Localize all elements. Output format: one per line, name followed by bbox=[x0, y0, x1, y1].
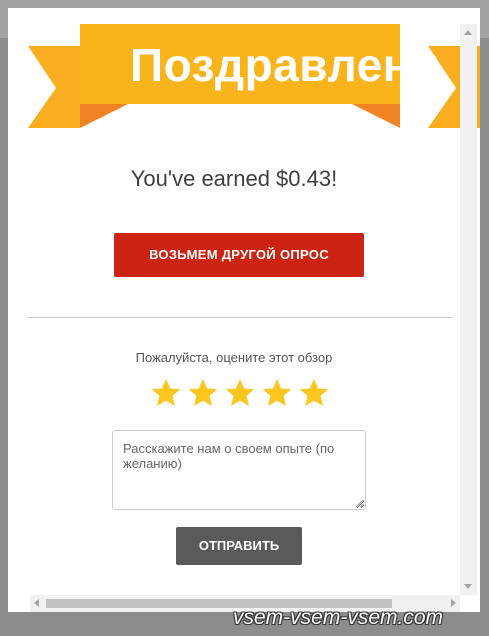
scroll-right-icon[interactable] bbox=[451, 599, 456, 607]
rating-prompt: Пожалуйста, оцените этот обзор bbox=[135, 350, 333, 365]
scroll-left-icon[interactable] bbox=[34, 599, 39, 607]
star-icon-1[interactable] bbox=[150, 377, 182, 409]
scrollbar-corner bbox=[460, 595, 477, 612]
scroll-up-icon[interactable] bbox=[464, 30, 472, 35]
congratulations-banner: Поздравлени bbox=[8, 8, 480, 148]
divider bbox=[28, 317, 452, 318]
feedback-textarea[interactable] bbox=[112, 430, 366, 510]
watermark: vsem-vsem-vsem.com bbox=[233, 606, 444, 629]
earned-amount-text: You've earned $0.43! bbox=[130, 166, 338, 191]
resize-grip-icon[interactable] bbox=[355, 499, 364, 508]
banner-title: Поздравлени bbox=[130, 39, 440, 91]
take-another-survey-button[interactable]: ВОЗЬМЕМ ДРУГОЙ ОПРОС bbox=[114, 233, 364, 277]
scroll-down-icon[interactable] bbox=[464, 584, 472, 589]
star-icon-2[interactable] bbox=[187, 377, 219, 409]
star-icon-5[interactable] bbox=[298, 377, 330, 409]
star-icon-4[interactable] bbox=[261, 377, 293, 409]
star-icon-3[interactable] bbox=[224, 377, 256, 409]
submit-button[interactable]: ОТПРАВИТЬ bbox=[176, 527, 302, 565]
survey-complete-modal: Поздравлени You've earned $0.43! ВОЗЬМЕМ… bbox=[8, 8, 480, 612]
star-rating bbox=[150, 377, 330, 411]
vertical-scrollbar[interactable] bbox=[460, 24, 477, 595]
